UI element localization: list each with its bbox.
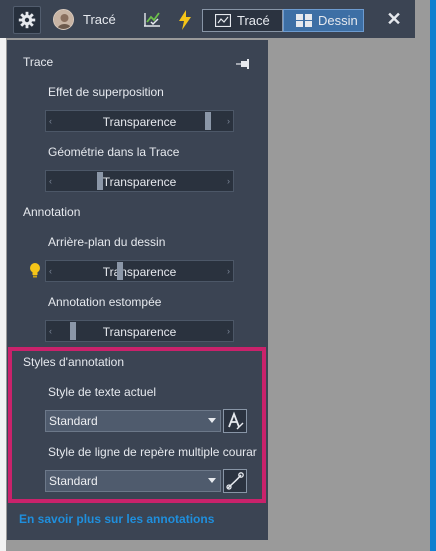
geometry-label: Géométrie dans la Trace xyxy=(48,145,180,159)
slider-thumb[interactable] xyxy=(70,322,76,340)
tab-dessin-mode[interactable]: Dessin xyxy=(283,9,364,32)
section-annotation-heading: Annotation xyxy=(23,205,81,219)
slider-right-chevron: › xyxy=(227,176,230,186)
lightbulb-icon[interactable] xyxy=(29,262,41,278)
canvas-edge xyxy=(430,0,436,551)
gear-icon[interactable] xyxy=(13,6,41,34)
background-value: Transparence xyxy=(102,265,177,279)
geometry-slider[interactable]: ‹ Transparence › xyxy=(45,170,234,192)
leader-style-value: Standard xyxy=(49,474,98,488)
tab-trace-mode[interactable]: Tracé xyxy=(202,9,283,32)
faded-label: Annotation estompée xyxy=(48,295,162,309)
section-styles-heading: Styles d'annotation xyxy=(23,355,125,369)
background-strip xyxy=(0,38,6,551)
slider-right-chevron: › xyxy=(227,266,230,276)
tab-trace-label: Tracé xyxy=(237,13,270,28)
toolbar-title: Tracé xyxy=(83,12,116,27)
close-icon[interactable]: ✕ xyxy=(386,9,402,29)
text-style-button[interactable] xyxy=(223,409,247,433)
section-trace-heading: Trace xyxy=(23,55,54,69)
text-style-value: Standard xyxy=(49,414,98,428)
pin-icon[interactable] xyxy=(236,58,250,70)
chevron-down-icon xyxy=(208,418,216,423)
background-label: Arrière-plan du dessin xyxy=(48,235,166,249)
lightning-icon[interactable] xyxy=(177,10,193,30)
slider-thumb[interactable] xyxy=(117,262,123,280)
tab-dessin-label: Dessin xyxy=(318,13,358,28)
faded-slider[interactable]: ‹ Transparence › xyxy=(45,320,234,342)
leader-style-button[interactable] xyxy=(223,469,247,493)
slider-thumb[interactable] xyxy=(97,172,103,190)
chevron-down-icon xyxy=(208,478,216,483)
slider-thumb[interactable] xyxy=(205,112,211,130)
check-chart-icon[interactable] xyxy=(143,10,161,28)
top-toolbar: Tracé Tracé Dessin ✕ xyxy=(0,0,415,38)
multileader-icon xyxy=(226,472,244,490)
grid-mode-icon xyxy=(296,14,312,27)
text-style-icon xyxy=(228,411,244,430)
slider-right-chevron: › xyxy=(227,326,230,336)
geometry-value: Transparence xyxy=(102,175,177,189)
text-style-label: Style de texte actuel xyxy=(48,385,157,399)
trace-mode-icon xyxy=(215,14,231,27)
background-slider[interactable]: ‹ Transparence › xyxy=(45,260,234,282)
leader-style-dropdown[interactable]: Standard xyxy=(45,470,221,492)
leader-style-label: Style de ligne de repère multiple courar xyxy=(48,445,257,459)
avatar[interactable] xyxy=(53,9,74,30)
overlay-slider[interactable]: ‹ Transparence › xyxy=(45,110,234,132)
slider-right-chevron: › xyxy=(227,116,230,126)
overlay-label: Effet de superposition xyxy=(48,85,164,99)
learn-more-link[interactable]: En savoir plus sur les annotations xyxy=(19,512,214,526)
text-style-dropdown[interactable]: Standard xyxy=(45,410,221,432)
